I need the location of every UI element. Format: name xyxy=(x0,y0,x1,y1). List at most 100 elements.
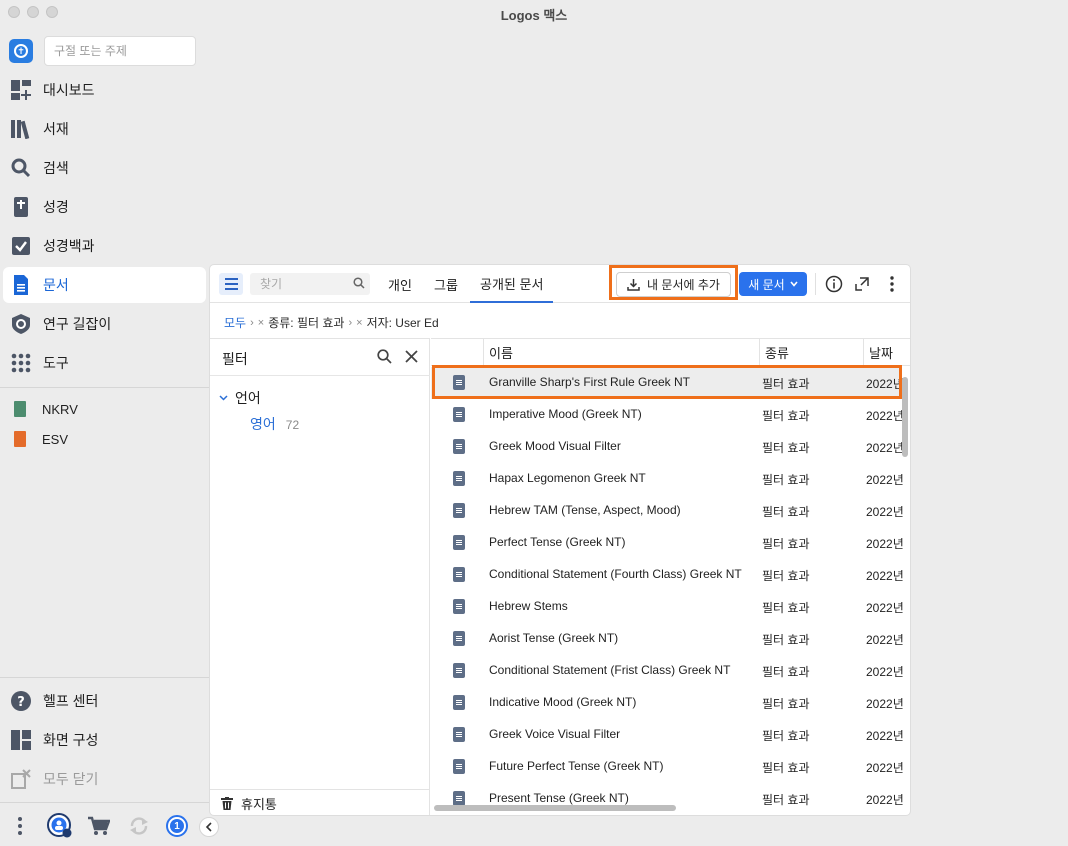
breadcrumb-root[interactable]: 모두 xyxy=(224,314,246,331)
column-header-type[interactable]: 종류 xyxy=(759,339,863,366)
filter-option-count: 72 xyxy=(285,418,300,432)
filter-document-icon xyxy=(453,759,465,774)
notification-badge-icon[interactable]: 1 xyxy=(166,815,188,837)
table-row[interactable]: Conditional Statement (Frist Class) Gree… xyxy=(431,655,904,687)
cell-date: 2022년 xyxy=(866,473,904,487)
chevron-down-icon xyxy=(219,395,228,401)
cell-date: 2022년 xyxy=(866,441,904,455)
tab-group[interactable]: 그룹 xyxy=(434,265,458,303)
table-row[interactable]: Greek Mood Visual Filter 필터 효과 2022년 xyxy=(431,431,904,463)
sidebar-item-tools[interactable]: 도구 xyxy=(3,345,206,381)
collapse-sidebar-button[interactable] xyxy=(199,817,219,837)
account-icon[interactable] xyxy=(47,813,73,842)
breadcrumb-item[interactable]: 저자: User Ed xyxy=(367,314,439,331)
table-row[interactable]: Greek Voice Visual Filter 필터 효과 2022년 xyxy=(431,719,904,751)
sidebar-book-esv[interactable]: ESV xyxy=(14,428,68,450)
cell-type: 필터 효과 xyxy=(762,441,810,455)
close-all-icon xyxy=(11,769,31,789)
library-icon xyxy=(11,119,31,139)
sidebar-item-close-all[interactable]: 모두 닫기 xyxy=(3,761,206,797)
table-row[interactable]: Hapax Legomenon Greek NT 필터 효과 2022년 xyxy=(431,463,904,495)
table-row[interactable]: Hebrew Stems 필터 효과 2022년 xyxy=(431,591,904,623)
notification-count: 1 xyxy=(170,819,184,833)
table-row[interactable]: Conditional Statement (Fourth Class) Gre… xyxy=(431,559,904,591)
cell-type: 필터 효과 xyxy=(762,473,810,487)
info-icon[interactable] xyxy=(824,274,844,294)
column-header-date[interactable]: 날짜 xyxy=(863,339,910,366)
sidebar-item-documents[interactable]: 문서 xyxy=(3,267,206,303)
title-bar: Logos 맥스 xyxy=(0,0,1068,26)
highlight-outline xyxy=(609,265,738,300)
chevron-left-icon xyxy=(205,822,212,832)
cell-type: 필터 효과 xyxy=(762,409,810,423)
trash-button[interactable]: 휴지통 xyxy=(210,789,430,815)
filter-document-icon xyxy=(453,407,465,422)
find-input[interactable] xyxy=(250,273,370,295)
sidebar-item-label: 성경 xyxy=(43,199,69,215)
table-row[interactable]: Aorist Tense (Greek NT) 필터 효과 2022년 xyxy=(431,623,904,655)
logos-logo-icon[interactable]: ✝ xyxy=(9,39,33,63)
sidebar-item-help-center[interactable]: ? 헬프 센터 xyxy=(3,683,206,719)
cell-date: 2022년 xyxy=(866,601,904,615)
chevron-down-icon xyxy=(790,281,798,287)
filter-document-icon xyxy=(453,471,465,486)
pop-out-icon[interactable] xyxy=(852,274,872,294)
breadcrumb-separator-icon: › xyxy=(250,316,254,329)
cell-type: 필터 효과 xyxy=(762,601,810,615)
more-options-icon[interactable] xyxy=(16,816,24,839)
new-document-button[interactable]: 새 문서 xyxy=(739,272,807,296)
breadcrumb-item[interactable]: 종류: 필터 효과 xyxy=(268,314,344,331)
sidebar-item-dashboard[interactable]: 대시보드 xyxy=(3,72,206,108)
table-row[interactable]: Indicative Mood (Greek NT) 필터 효과 2022년 xyxy=(431,687,904,719)
sync-icon[interactable] xyxy=(128,815,150,840)
sidebar-bottom-bar: 1 xyxy=(0,804,219,846)
tab-personal[interactable]: 개인 xyxy=(388,265,412,303)
panel-more-icon[interactable] xyxy=(882,274,902,294)
guide-icon xyxy=(11,314,31,334)
window-title: Logos 맥스 xyxy=(500,8,568,23)
tab-published[interactable]: 공개된 문서 xyxy=(470,265,554,303)
horizontal-scrollbar[interactable] xyxy=(434,805,676,811)
layout-icon xyxy=(11,730,31,750)
filter-document-icon xyxy=(453,695,465,710)
filter-document-icon xyxy=(453,503,465,518)
filter-group-language[interactable]: 언어 xyxy=(219,388,261,408)
remove-filter-icon[interactable]: × xyxy=(356,317,362,329)
sidebar-item-layouts[interactable]: 화면 구성 xyxy=(3,722,206,758)
filter-option-english[interactable]: 영어 72 xyxy=(250,414,299,434)
sidebar-item-library[interactable]: 서재 xyxy=(3,111,206,147)
cell-date: 2022년 xyxy=(866,761,904,775)
panel-menu-button[interactable] xyxy=(219,273,243,295)
sidebar-item-guides[interactable]: 연구 길잡이 xyxy=(3,306,206,342)
table-header: 이름 종류 날짜 xyxy=(431,339,910,366)
cell-type: 필터 효과 xyxy=(762,761,810,775)
table-row[interactable]: Future Perfect Tense (Greek NT) 필터 효과 2022… xyxy=(431,751,904,783)
cell-name: Perfect Tense (Greek NT) xyxy=(489,535,626,549)
sidebar-item-search[interactable]: 검색 xyxy=(3,150,206,186)
sidebar-item-bible[interactable]: 성경 xyxy=(3,189,206,225)
cart-icon[interactable] xyxy=(88,816,111,839)
sidebar-item-factbook[interactable]: 성경백과 xyxy=(3,228,206,264)
new-button-label: 새 문서 xyxy=(748,277,785,292)
table-row[interactable]: Imperative Mood (Greek NT) 필터 효과 2022년 xyxy=(431,399,904,431)
vertical-scrollbar[interactable] xyxy=(902,377,908,457)
filter-search-icon[interactable] xyxy=(377,349,392,367)
documents-toolbar: 개인 그룹 공개된 문서 내 문서에 추가 새 문서 xyxy=(210,265,910,303)
cell-name: Hebrew TAM (Tense, Aspect, Mood) xyxy=(489,503,681,517)
filter-document-icon xyxy=(453,535,465,550)
filter-close-icon[interactable] xyxy=(405,350,418,366)
sidebar-item-label: 성경백과 xyxy=(43,238,95,254)
filter-document-icon xyxy=(453,439,465,454)
remove-filter-icon[interactable]: × xyxy=(258,317,264,329)
table-row[interactable]: Hebrew TAM (Tense, Aspect, Mood) 필터 효과 202… xyxy=(431,495,904,527)
passage-search-input[interactable] xyxy=(44,36,196,66)
column-header-name[interactable]: 이름 xyxy=(483,339,759,366)
cell-type: 필터 효과 xyxy=(762,665,810,679)
sidebar-book-nkrv[interactable]: NKRV xyxy=(14,398,78,420)
dashboard-icon xyxy=(11,80,31,100)
sidebar-item-label: 연구 길잡이 xyxy=(43,316,112,332)
filter-document-icon xyxy=(453,567,465,582)
table-row[interactable]: Perfect Tense (Greek NT) 필터 효과 2022년 xyxy=(431,527,904,559)
cell-type: 필터 효과 xyxy=(762,697,810,711)
cell-date: 2022년 xyxy=(866,665,904,679)
